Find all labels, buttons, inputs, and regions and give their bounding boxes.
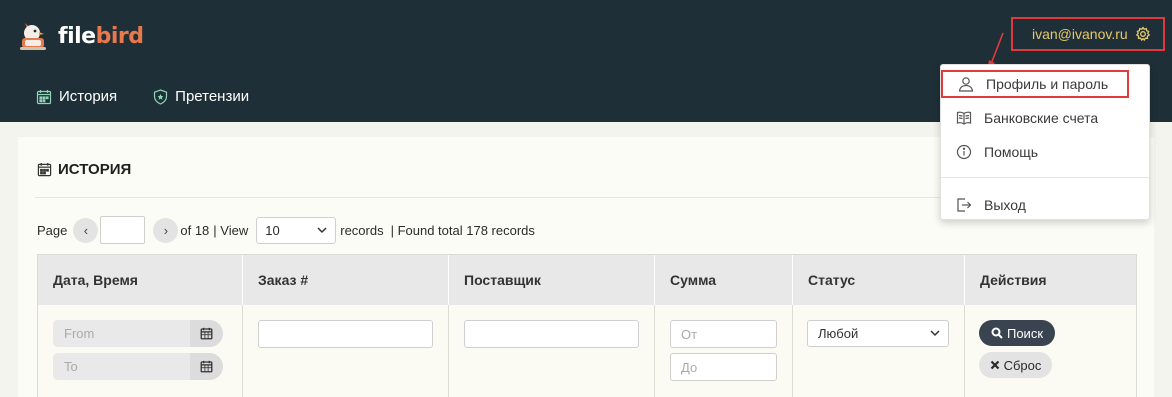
close-icon	[990, 360, 999, 370]
pagination-bar: Page ‹ › of 18 | View 10 records | Found…	[37, 216, 535, 244]
calendar-icon[interactable]	[190, 353, 223, 380]
column-header-supplier[interactable]: Поставщик	[449, 255, 655, 305]
table-filter-row: From To От До Любой Поиск Сброс	[38, 305, 1136, 397]
shield-icon	[154, 88, 168, 105]
filter-cell-status: Любой	[793, 305, 965, 397]
search-button-label: Поиск	[1006, 325, 1044, 341]
user-icon	[958, 77, 974, 92]
page-title: ИСТОРИЯ	[37, 161, 131, 178]
records-per-page-select[interactable]: 10	[256, 216, 337, 244]
date-from-field[interactable]: From	[53, 320, 223, 347]
status-select[interactable]: Любой	[807, 320, 949, 347]
logo-text-part2: bird	[95, 23, 144, 49]
page-number-input[interactable]	[100, 216, 146, 244]
nav-item-claims[interactable]: Претензии	[153, 88, 249, 105]
menu-item-logout-label: Выход	[984, 197, 1026, 213]
filter-cell-amount: От До	[655, 305, 793, 397]
column-header-datetime[interactable]: Дата, Время	[38, 255, 243, 305]
menu-item-help-label: Помощь	[984, 144, 1039, 160]
records-label: records	[340, 222, 384, 238]
menu-item-logout[interactable]: Выход	[941, 192, 1149, 218]
calendar-icon	[36, 89, 52, 104]
amount-from-input[interactable]: От	[670, 320, 777, 348]
amount-from-placeholder: От	[681, 327, 698, 342]
column-header-order[interactable]: Заказ #	[243, 255, 449, 305]
filter-cell-datetime: From To	[38, 305, 243, 397]
user-account-button[interactable]: ivan@ivanov.ru	[1011, 17, 1165, 51]
filter-cell-actions: Поиск Сброс	[965, 305, 1136, 397]
logo[interactable]: filebird	[16, 18, 144, 54]
filter-cell-order	[243, 305, 449, 397]
amount-to-placeholder: До	[681, 360, 698, 375]
date-to-placeholder: To	[64, 359, 78, 374]
table-header: Дата, Время Заказ # Поставщик Сумма Стат…	[38, 255, 1136, 305]
main-nav: История Претензии	[36, 88, 285, 105]
gear-icon	[1135, 26, 1151, 42]
menu-item-profile-label: Профиль и пароль	[986, 76, 1109, 92]
date-from-placeholder: From	[64, 326, 95, 341]
reset-button-label: Сброс	[1003, 357, 1042, 373]
records-per-page-value: 10	[265, 222, 280, 238]
menu-item-bank-accounts[interactable]: Банковские счета	[941, 105, 1149, 131]
user-email: ivan@ivanov.ru	[1032, 26, 1128, 42]
column-header-amount[interactable]: Сумма	[655, 255, 793, 305]
info-icon	[956, 144, 972, 160]
logo-text: filebird	[58, 23, 144, 49]
column-header-status[interactable]: Статус	[793, 255, 965, 305]
chevron-left-icon: ‹	[83, 222, 89, 238]
menu-item-help[interactable]: Помощь	[941, 139, 1149, 165]
filter-cell-supplier	[449, 305, 655, 397]
logout-icon	[957, 198, 972, 212]
prev-page-button[interactable]: ‹	[73, 217, 99, 243]
supplier-input[interactable]	[464, 320, 639, 348]
found-total-label: | Found total 178 records	[390, 222, 535, 238]
page-count-label: of 18	[180, 222, 210, 238]
search-icon	[991, 327, 1003, 339]
menu-item-bank-accounts-label: Банковские счета	[984, 110, 1099, 126]
page-label: Page	[37, 222, 68, 238]
bird-logo-icon	[16, 18, 52, 54]
logo-text-part1: file	[58, 23, 96, 49]
user-menu-dropdown: Профиль и пароль Банковские счета Помощь…	[940, 64, 1150, 220]
nav-item-history-label: История	[59, 88, 118, 105]
search-button[interactable]: Поиск	[979, 320, 1055, 346]
menu-divider	[941, 177, 1149, 178]
date-to-field[interactable]: To	[53, 353, 223, 380]
status-select-value: Любой	[818, 326, 859, 341]
calendar-icon	[37, 162, 52, 177]
chevron-down-icon	[317, 226, 327, 233]
history-table: Дата, Время Заказ # Поставщик Сумма Стат…	[37, 254, 1137, 397]
next-page-button[interactable]: ›	[153, 217, 179, 243]
view-label: | View	[213, 222, 249, 238]
page-title-text: ИСТОРИЯ	[58, 161, 132, 178]
nav-item-history[interactable]: История	[36, 88, 117, 105]
amount-to-input[interactable]: До	[670, 353, 777, 381]
calendar-icon[interactable]	[190, 320, 223, 347]
order-number-input[interactable]	[258, 320, 433, 348]
chevron-down-icon	[930, 330, 940, 337]
book-icon	[956, 111, 972, 125]
column-header-actions: Действия	[980, 272, 1047, 288]
menu-item-profile[interactable]: Профиль и пароль	[941, 70, 1129, 98]
reset-button[interactable]: Сброс	[979, 352, 1052, 378]
chevron-right-icon: ›	[163, 222, 169, 238]
nav-item-claims-label: Претензии	[175, 88, 250, 105]
